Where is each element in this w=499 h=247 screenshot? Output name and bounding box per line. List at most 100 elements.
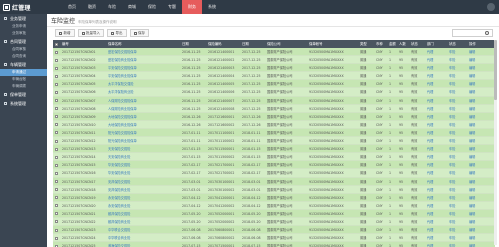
table-cell[interactable]: 阳光保险商业险保单 bbox=[106, 137, 180, 144]
row-checkbox[interactable] bbox=[53, 80, 60, 87]
edit-link[interactable]: 编辑 bbox=[467, 105, 495, 112]
select-all-checkbox[interactable] bbox=[53, 40, 60, 48]
table-row[interactable]: 2017121507CNCN11 阳光保险交强险保单 2017-01-11 20170… bbox=[53, 128, 495, 138]
edit-link[interactable]: 编辑 bbox=[467, 210, 495, 217]
table-cell[interactable]: 安邦保险商业险 bbox=[106, 186, 180, 193]
edit-link[interactable]: 编辑 bbox=[467, 97, 495, 104]
sidebar-item-active[interactable]: 申请通过 bbox=[0, 69, 47, 76]
table-cell[interactable]: 华安保险交强险 bbox=[106, 161, 180, 168]
table-cell[interactable]: 安邦保险交强险 bbox=[106, 178, 180, 185]
table-cell[interactable]: 华安保险商业险 bbox=[106, 169, 180, 176]
table-cell[interactable]: 平安保险交强险保单 bbox=[106, 64, 180, 71]
app-logo[interactable]: 红管理 bbox=[3, 2, 31, 12]
top-nav-item-active[interactable]: 财务 bbox=[182, 0, 202, 14]
scrollbar-thumb[interactable] bbox=[494, 40, 497, 100]
row-checkbox[interactable] bbox=[53, 129, 60, 136]
table-row[interactable]: 2017121507CNCN10 大地保险商业险保单 2016-12-26 20171… bbox=[53, 120, 495, 129]
edit-link[interactable]: 编辑 bbox=[467, 137, 495, 144]
table-row[interactable]: 2017121507CNCN16 华安保险商业险 2017-02-17 2017021… bbox=[53, 169, 495, 178]
row-checkbox[interactable] bbox=[53, 186, 60, 193]
vertical-scrollbar[interactable] bbox=[494, 40, 497, 245]
column-header[interactable]: 操作 bbox=[467, 40, 495, 48]
table-row[interactable]: 2017121507CNCN06 太平洋保险商业险 2016-11-25 201612… bbox=[53, 88, 495, 97]
user-avatar[interactable] bbox=[487, 3, 495, 11]
table-cell[interactable]: 都邦保险商业险 bbox=[106, 218, 180, 225]
sidebar-item[interactable]: 合同审核 bbox=[0, 46, 47, 53]
edit-link[interactable]: 编辑 bbox=[467, 161, 495, 168]
edit-link[interactable]: 编辑 bbox=[467, 145, 495, 152]
table-cell[interactable]: 中华联合商业险 bbox=[106, 234, 180, 241]
sidebar-group-policy[interactable]: 保单管理 bbox=[0, 90, 47, 99]
table-row[interactable]: 2017121507CNCN20 永安保险商业险 2017-04-12 2017041… bbox=[53, 201, 495, 210]
table-cell[interactable]: 天安保险商业险 bbox=[106, 153, 180, 160]
table-cell[interactable]: 永安保险商业险 bbox=[106, 202, 180, 209]
column-header[interactable]: 币种 bbox=[374, 40, 387, 48]
row-checkbox[interactable] bbox=[53, 72, 60, 79]
top-nav-item[interactable]: 车险 bbox=[102, 0, 122, 14]
export-button[interactable]: 导出 bbox=[107, 29, 127, 37]
edit-link[interactable]: 编辑 bbox=[467, 186, 495, 193]
top-nav-item[interactable]: 专题 bbox=[162, 0, 182, 14]
table-cell[interactable]: 盛宏保险交强险保单 bbox=[106, 48, 180, 55]
edit-link[interactable]: 编辑 bbox=[467, 72, 495, 79]
edit-link[interactable]: 编辑 bbox=[467, 234, 495, 241]
table-cell[interactable]: 都邦保险交强险 bbox=[106, 210, 180, 217]
table-row[interactable]: 2017121507CNCN12 阳光保险商业险保单 2017-01-11 20170… bbox=[53, 137, 495, 146]
row-checkbox[interactable] bbox=[53, 202, 60, 209]
edit-link[interactable]: 编辑 bbox=[467, 194, 495, 201]
row-checkbox[interactable] bbox=[53, 178, 60, 185]
sidebar-item[interactable]: 业务申请 bbox=[0, 23, 47, 30]
table-row[interactable]: 2017121507CNCN22 都邦保险商业险 2017-05-20 2017052… bbox=[53, 217, 495, 227]
row-checkbox[interactable] bbox=[53, 121, 60, 128]
top-nav-item[interactable]: 融资 bbox=[82, 0, 102, 14]
edit-link[interactable]: 编辑 bbox=[467, 113, 495, 120]
table-row[interactable]: 2017121507CNCN03 平安保险交强险保单 2016-11-25 20161… bbox=[53, 64, 495, 73]
add-button[interactable]: 新增 bbox=[55, 29, 75, 37]
table-row[interactable]: 2017121507CNCN19 永安保险交强险 2017-04-12 2017041… bbox=[53, 193, 495, 202]
edit-link[interactable]: 编辑 bbox=[467, 226, 495, 233]
column-header[interactable]: 金额 bbox=[387, 40, 397, 48]
table-row[interactable]: 2017121507CNCN09 大地保险交强险保单 2016-12-26 20171… bbox=[53, 112, 495, 121]
column-header[interactable]: 编号 bbox=[60, 40, 106, 48]
table-row[interactable]: 2017121507CNCN01 盛宏保险交强险保单 2016-11-25 20161… bbox=[53, 48, 495, 57]
column-header[interactable]: 状态 bbox=[409, 40, 425, 48]
edit-link[interactable]: 编辑 bbox=[467, 202, 495, 209]
column-header[interactable]: 保险编码 bbox=[206, 40, 240, 48]
save-button[interactable]: 保存 bbox=[129, 29, 149, 37]
edit-link[interactable]: 编辑 bbox=[467, 121, 495, 128]
sidebar-group-contract[interactable]: 合同管理 bbox=[0, 37, 47, 46]
top-nav-item[interactable]: 首页 bbox=[62, 0, 82, 14]
table-row[interactable]: 2017121507CNCN21 都邦保险交强险 2017-05-20 2017052… bbox=[53, 209, 495, 218]
row-checkbox[interactable] bbox=[53, 137, 60, 144]
row-checkbox[interactable] bbox=[53, 64, 60, 71]
column-header[interactable]: 日期 bbox=[180, 40, 206, 48]
edit-link[interactable]: 编辑 bbox=[467, 56, 495, 63]
sidebar-item[interactable]: 车辆调拨 bbox=[0, 83, 47, 90]
search-input[interactable] bbox=[452, 29, 493, 37]
edit-link[interactable]: 编辑 bbox=[467, 169, 495, 176]
row-checkbox[interactable] bbox=[53, 113, 60, 120]
column-header[interactable]: 类型 bbox=[358, 40, 374, 48]
top-nav-item[interactable]: 商城 bbox=[122, 0, 142, 14]
edit-link[interactable]: 编辑 bbox=[467, 80, 495, 87]
table-cell[interactable]: 人保财险交强险保单 bbox=[106, 97, 180, 104]
top-nav-item[interactable]: 系统 bbox=[202, 0, 222, 14]
table-cell[interactable]: 太平洋保险商业险 bbox=[106, 88, 180, 95]
table-row[interactable]: 2017121507CNCN07 人保财险交强险保单 2016-11-25 20161… bbox=[53, 96, 495, 105]
sidebar-group-business[interactable]: 业务管理 bbox=[0, 14, 47, 23]
column-header[interactable]: 部门 bbox=[425, 40, 447, 48]
table-cell[interactable]: 永安保险交强险 bbox=[106, 194, 180, 201]
edit-link[interactable]: 编辑 bbox=[467, 242, 495, 247]
table-cell[interactable]: 人保财险商业险保单 bbox=[106, 105, 180, 112]
table-row[interactable]: 2017121507CNCN25 渤海保险交强险 2017-07-15 2017071… bbox=[53, 242, 495, 247]
table-row[interactable]: 2017121507CNCN08 人保财险商业险保单 2016-11-25 20161… bbox=[53, 104, 495, 113]
row-checkbox[interactable] bbox=[53, 226, 60, 233]
table-cell[interactable]: 太平洋保险交强险 bbox=[106, 80, 180, 87]
row-checkbox[interactable] bbox=[53, 48, 60, 55]
sidebar-item[interactable]: 业务审批 bbox=[0, 30, 47, 37]
top-nav-item[interactable]: 保险 bbox=[142, 0, 162, 14]
table-cell[interactable]: 大地保险交强险保单 bbox=[106, 113, 180, 120]
table-row[interactable]: 2017121507CNCN02 盛宏保险商业险保单 2016-11-25 20161… bbox=[53, 56, 495, 65]
row-checkbox[interactable] bbox=[53, 153, 60, 160]
import-button[interactable]: 批量导入 bbox=[77, 29, 104, 37]
